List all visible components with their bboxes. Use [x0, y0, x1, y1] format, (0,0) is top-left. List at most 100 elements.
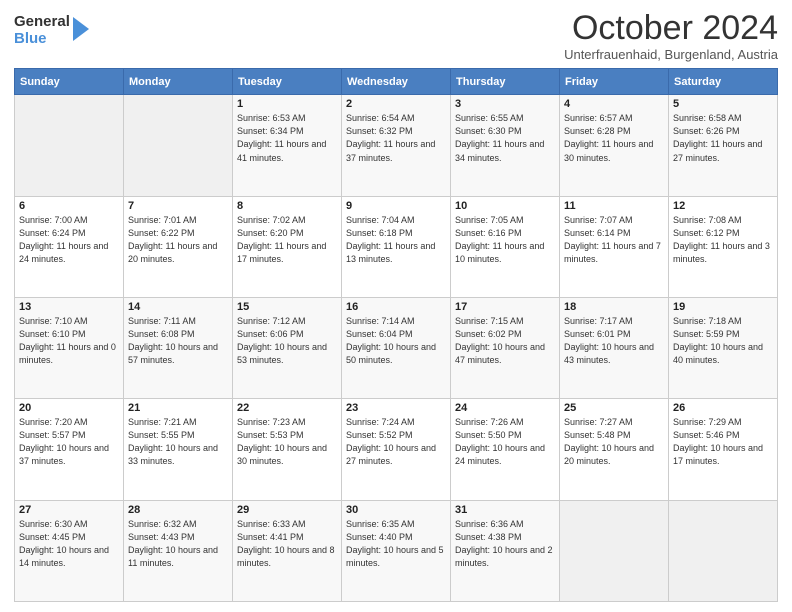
day-info: Sunrise: 7:21 AM Sunset: 5:55 PM Dayligh…	[128, 416, 228, 468]
day-info: Sunrise: 7:07 AM Sunset: 6:14 PM Dayligh…	[564, 214, 664, 266]
day-number: 25	[564, 402, 664, 414]
col-wednesday: Wednesday	[342, 69, 451, 95]
day-info: Sunrise: 6:33 AM Sunset: 4:41 PM Dayligh…	[237, 518, 337, 570]
day-number: 24	[455, 402, 555, 414]
day-info: Sunrise: 7:12 AM Sunset: 6:06 PM Dayligh…	[237, 315, 337, 367]
day-info: Sunrise: 7:26 AM Sunset: 5:50 PM Dayligh…	[455, 416, 555, 468]
col-saturday: Saturday	[669, 69, 778, 95]
day-info: Sunrise: 7:05 AM Sunset: 6:16 PM Dayligh…	[455, 214, 555, 266]
day-info: Sunrise: 7:27 AM Sunset: 5:48 PM Dayligh…	[564, 416, 664, 468]
table-row: 15 Sunrise: 7:12 AM Sunset: 6:06 PM Dayli…	[233, 298, 342, 399]
logo-general: General	[14, 14, 70, 31]
col-friday: Friday	[560, 69, 669, 95]
day-number: 22	[237, 402, 337, 414]
table-row: 11 Sunrise: 7:07 AM Sunset: 6:14 PM Dayli…	[560, 196, 669, 297]
day-info: Sunrise: 7:24 AM Sunset: 5:52 PM Dayligh…	[346, 416, 446, 468]
day-number: 16	[346, 301, 446, 313]
day-number: 30	[346, 504, 446, 516]
day-number: 27	[19, 504, 119, 516]
day-number: 21	[128, 402, 228, 414]
day-number: 13	[19, 301, 119, 313]
table-row: 25 Sunrise: 7:27 AM Sunset: 5:48 PM Dayli…	[560, 399, 669, 500]
day-info: Sunrise: 7:20 AM Sunset: 5:57 PM Dayligh…	[19, 416, 119, 468]
day-number: 14	[128, 301, 228, 313]
table-row: 5 Sunrise: 6:58 AM Sunset: 6:26 PM Daylig…	[669, 95, 778, 196]
calendar-subtitle: Unterfrauenhaid, Burgenland, Austria	[564, 47, 778, 62]
week-row-4: 20 Sunrise: 7:20 AM Sunset: 5:57 PM Dayli…	[15, 399, 778, 500]
day-number: 1	[237, 98, 337, 110]
week-row-5: 27 Sunrise: 6:30 AM Sunset: 4:45 PM Dayli…	[15, 500, 778, 601]
table-row: 17Sunrise: 7:15 AM Sunset: 6:02 PM Dayli…	[451, 298, 560, 399]
day-info: Sunrise: 7:08 AM Sunset: 6:12 PM Dayligh…	[673, 214, 773, 266]
logo-blue: Blue	[14, 31, 70, 48]
table-row: 31 Sunrise: 6:36 AM Sunset: 4:38 PM Dayli…	[451, 500, 560, 601]
day-number: 9	[346, 200, 446, 212]
table-row: 21 Sunrise: 7:21 AM Sunset: 5:55 PM Dayli…	[124, 399, 233, 500]
day-number: 19	[673, 301, 773, 313]
day-number: 6	[19, 200, 119, 212]
table-row: 19 Sunrise: 7:18 AM Sunset: 5:59 PM Dayli…	[669, 298, 778, 399]
col-monday: Monday	[124, 69, 233, 95]
day-number: 7	[128, 200, 228, 212]
weekday-header-row: Sunday Monday Tuesday Wednesday Thursday…	[15, 69, 778, 95]
header: General Blue October 2024 Unterfrauenhai…	[14, 10, 778, 62]
day-number: 5	[673, 98, 773, 110]
day-number: 15	[237, 301, 337, 313]
table-row: 4 Sunrise: 6:57 AM Sunset: 6:28 PM Daylig…	[560, 95, 669, 196]
calendar-table: Sunday Monday Tuesday Wednesday Thursday…	[14, 68, 778, 602]
table-row	[15, 95, 124, 196]
day-info: Sunrise: 6:58 AM Sunset: 6:26 PM Dayligh…	[673, 112, 773, 164]
day-info: Sunrise: 6:36 AM Sunset: 4:38 PM Dayligh…	[455, 518, 555, 570]
table-row: 22 Sunrise: 7:23 AM Sunset: 5:53 PM Dayli…	[233, 399, 342, 500]
day-info: Sunrise: 7:10 AM Sunset: 6:10 PM Dayligh…	[19, 315, 119, 367]
table-row: 13 Sunrise: 7:10 AM Sunset: 6:10 PM Dayli…	[15, 298, 124, 399]
table-row: 18 Sunrise: 7:17 AM Sunset: 6:01 PM Dayli…	[560, 298, 669, 399]
day-number: 10	[455, 200, 555, 212]
day-info: Sunrise: 6:57 AM Sunset: 6:28 PM Dayligh…	[564, 112, 664, 164]
table-row: 30 Sunrise: 6:35 AM Sunset: 4:40 PM Dayli…	[342, 500, 451, 601]
day-info: Sunrise: 7:01 AM Sunset: 6:22 PM Dayligh…	[128, 214, 228, 266]
table-row: 12 Sunrise: 7:08 AM Sunset: 6:12 PM Dayli…	[669, 196, 778, 297]
day-info: Sunrise: 7:00 AM Sunset: 6:24 PM Dayligh…	[19, 214, 119, 266]
day-number: 18	[564, 301, 664, 313]
col-thursday: Thursday	[451, 69, 560, 95]
week-row-2: 6 Sunrise: 7:00 AM Sunset: 6:24 PM Daylig…	[15, 196, 778, 297]
table-row: 23 Sunrise: 7:24 AM Sunset: 5:52 PM Dayli…	[342, 399, 451, 500]
day-info: Sunrise: 7:18 AM Sunset: 5:59 PM Dayligh…	[673, 315, 773, 367]
table-row: 24 Sunrise: 7:26 AM Sunset: 5:50 PM Dayli…	[451, 399, 560, 500]
day-number: 20	[19, 402, 119, 414]
day-number: 11	[564, 200, 664, 212]
day-info: Sunrise: 6:35 AM Sunset: 4:40 PM Dayligh…	[346, 518, 446, 570]
day-number: 31	[455, 504, 555, 516]
day-info: Sunrise: 6:53 AM Sunset: 6:34 PM Dayligh…	[237, 112, 337, 164]
table-row: 20 Sunrise: 7:20 AM Sunset: 5:57 PM Dayli…	[15, 399, 124, 500]
day-info: Sunrise: 7:17 AM Sunset: 6:01 PM Dayligh…	[564, 315, 664, 367]
day-number: 4	[564, 98, 664, 110]
day-number: 23	[346, 402, 446, 414]
day-info: Sunrise: 6:54 AM Sunset: 6:32 PM Dayligh…	[346, 112, 446, 164]
page: General Blue October 2024 Unterfrauenhai…	[0, 0, 792, 612]
table-row: 7 Sunrise: 7:01 AM Sunset: 6:22 PM Daylig…	[124, 196, 233, 297]
day-info: Sunrise: 7:23 AM Sunset: 5:53 PM Dayligh…	[237, 416, 337, 468]
logo-text: General Blue	[14, 14, 70, 47]
table-row: 3Sunrise: 6:55 AM Sunset: 6:30 PM Daylig…	[451, 95, 560, 196]
logo: General Blue	[14, 14, 89, 47]
day-info: Sunrise: 7:29 AM Sunset: 5:46 PM Dayligh…	[673, 416, 773, 468]
day-number: 12	[673, 200, 773, 212]
table-row	[669, 500, 778, 601]
day-info: Sunrise: 6:30 AM Sunset: 4:45 PM Dayligh…	[19, 518, 119, 570]
title-block: October 2024 Unterfrauenhaid, Burgenland…	[564, 10, 778, 62]
table-row: 26Sunrise: 7:29 AM Sunset: 5:46 PM Dayli…	[669, 399, 778, 500]
table-row: 9 Sunrise: 7:04 AM Sunset: 6:18 PM Daylig…	[342, 196, 451, 297]
day-info: Sunrise: 7:02 AM Sunset: 6:20 PM Dayligh…	[237, 214, 337, 266]
col-tuesday: Tuesday	[233, 69, 342, 95]
day-info: Sunrise: 6:55 AM Sunset: 6:30 PM Dayligh…	[455, 112, 555, 164]
day-info: Sunrise: 7:04 AM Sunset: 6:18 PM Dayligh…	[346, 214, 446, 266]
day-number: 2	[346, 98, 446, 110]
table-row	[560, 500, 669, 601]
day-number: 8	[237, 200, 337, 212]
table-row: 6 Sunrise: 7:00 AM Sunset: 6:24 PM Daylig…	[15, 196, 124, 297]
day-number: 17	[455, 301, 555, 313]
day-info: Sunrise: 7:11 AM Sunset: 6:08 PM Dayligh…	[128, 315, 228, 367]
calendar-title: October 2024	[564, 10, 778, 47]
